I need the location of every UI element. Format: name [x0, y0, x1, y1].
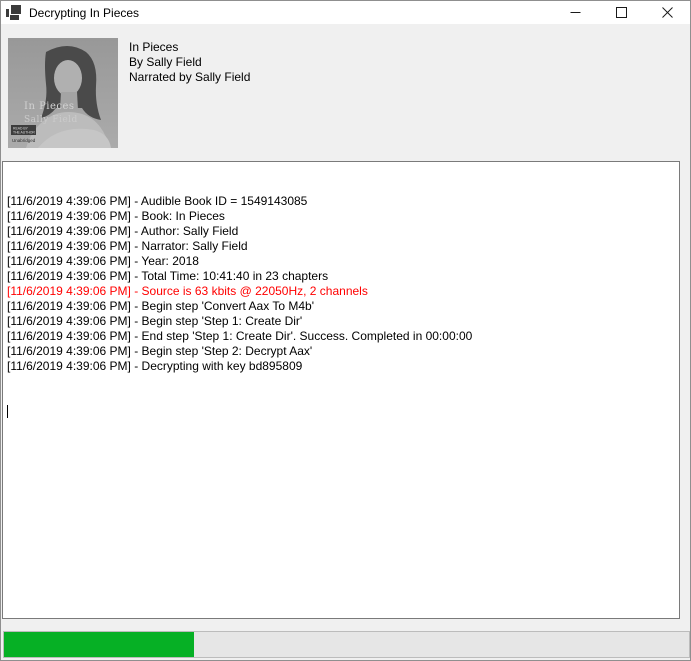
maximize-button[interactable]	[598, 1, 644, 24]
progress-fill	[4, 632, 194, 657]
log-lines: [11/6/2019 4:39:06 PM] - Audible Book ID…	[7, 194, 677, 374]
book-author: By Sally Field	[129, 55, 250, 70]
cover-author: Sally Field	[24, 115, 78, 125]
log-line: [11/6/2019 4:39:06 PM] - Author: Sally F…	[7, 224, 677, 239]
text-caret	[7, 405, 8, 418]
cover-badge-line2: THE AUTHOR	[13, 131, 35, 135]
cover-title: In Pieces	[24, 101, 75, 112]
log-line: [11/6/2019 4:39:06 PM] - Begin step 'Ste…	[7, 314, 677, 329]
progress-bar	[3, 631, 690, 658]
book-cover-image: In Pieces Sally Field READ BY THE AUTHOR…	[8, 38, 118, 148]
log-line: [11/6/2019 4:39:06 PM] - Total Time: 10:…	[7, 269, 677, 284]
log-line: [11/6/2019 4:39:06 PM] - Audible Book ID…	[7, 194, 677, 209]
book-title: In Pieces	[129, 40, 250, 55]
window-title: Decrypting In Pieces	[29, 6, 139, 20]
log-line: [11/6/2019 4:39:06 PM] - Begin step 'Ste…	[7, 344, 677, 359]
log-line: [11/6/2019 4:39:06 PM] - End step 'Step …	[7, 329, 677, 344]
log-line: [11/6/2019 4:39:06 PM] - Year: 2018	[7, 254, 677, 269]
log-line: [11/6/2019 4:39:06 PM] - Decrypting with…	[7, 359, 677, 374]
minimize-button[interactable]	[552, 1, 598, 24]
minimize-icon	[570, 7, 581, 18]
book-narrator: Narrated by Sally Field	[129, 70, 250, 85]
log-textbox[interactable]: [11/6/2019 4:39:06 PM] - Audible Book ID…	[2, 161, 680, 619]
log-line: [11/6/2019 4:39:06 PM] - Book: In Pieces	[7, 209, 677, 224]
close-icon	[662, 7, 673, 18]
log-line: [11/6/2019 4:39:06 PM] - Source is 63 kb…	[7, 284, 677, 299]
log-line: [11/6/2019 4:39:06 PM] - Narrator: Sally…	[7, 239, 677, 254]
window-controls	[552, 1, 690, 24]
cover-edition: Unabridged	[12, 138, 36, 143]
close-button[interactable]	[644, 1, 690, 24]
log-line: [11/6/2019 4:39:06 PM] - Begin step 'Con…	[7, 299, 677, 314]
maximize-icon	[616, 7, 627, 18]
app-window-icon	[6, 5, 21, 20]
app-window: Decrypting In Pieces	[0, 0, 691, 661]
book-info: In Pieces By Sally Field Narrated by Sal…	[129, 40, 250, 85]
